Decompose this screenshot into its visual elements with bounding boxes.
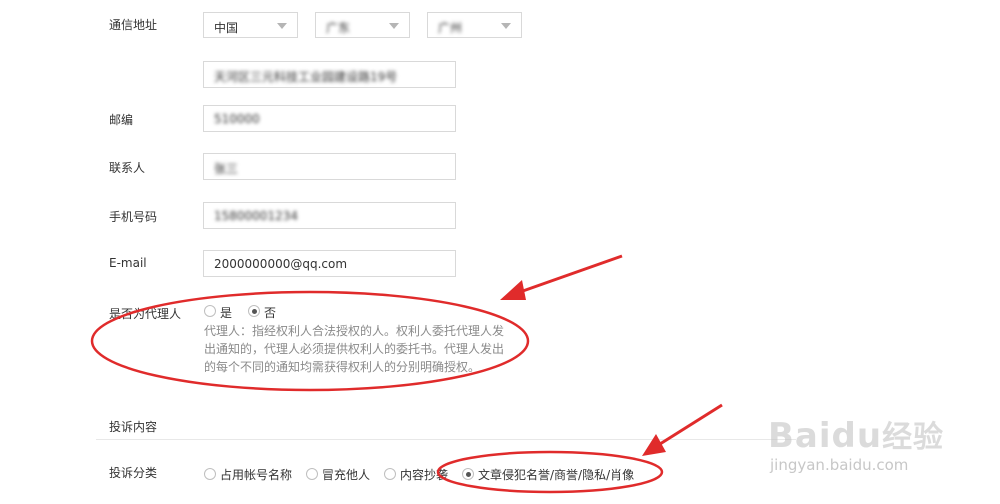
watermark-product: 经验 [882, 420, 945, 455]
annotation-arrowhead-category [642, 434, 666, 456]
annotation-arrowhead-agent [500, 280, 526, 300]
annotation-arrow-agent [519, 254, 623, 294]
watermark-brand: Baidu [768, 416, 883, 456]
annotation-ellipse-category [436, 450, 664, 494]
baidu-watermark: Baidu经验 jingyan.baidu.com [768, 412, 944, 474]
annotation-ellipse-agent [90, 290, 530, 392]
annotation-arrow-category [659, 403, 723, 446]
watermark-url: jingyan.baidu.com [770, 456, 909, 474]
